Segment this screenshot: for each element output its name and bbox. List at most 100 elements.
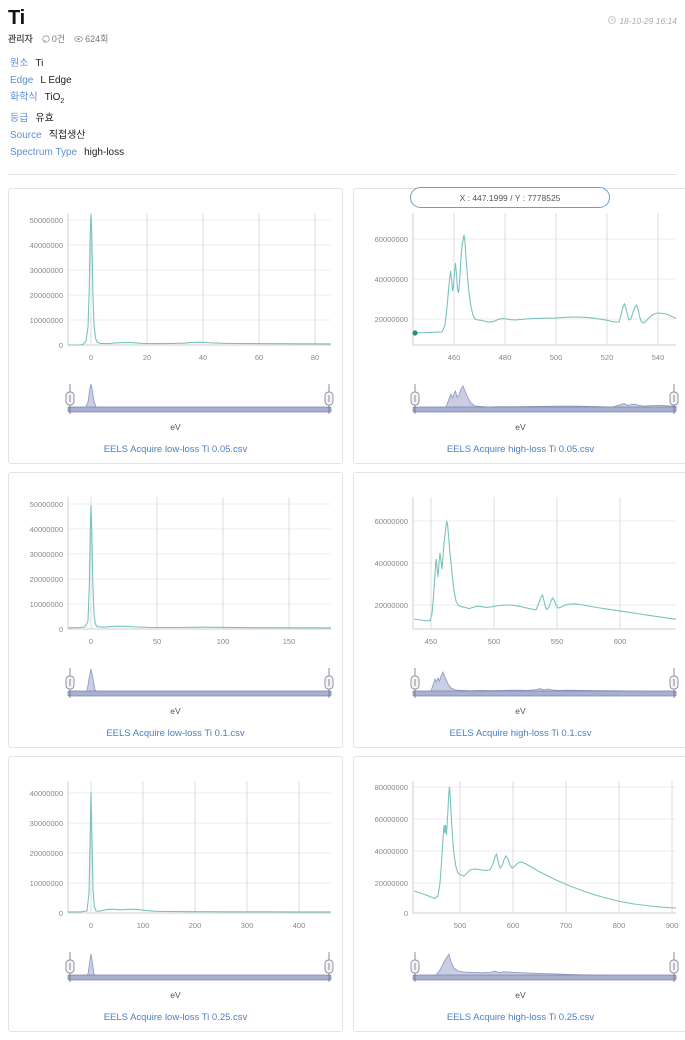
x-axis-title-high-loss-01: eV xyxy=(515,706,526,716)
svg-text:0: 0 xyxy=(89,353,93,362)
chart-caption-low-loss-025[interactable]: EELS Acquire low-loss Ti 0.25.csv xyxy=(13,1012,338,1027)
x-gridlines xyxy=(459,781,673,913)
svg-text:520: 520 xyxy=(601,353,614,362)
svg-text:480: 480 xyxy=(499,353,512,362)
chart-caption-high-loss-025[interactable]: EELS Acquire high-loss Ti 0.25.csv xyxy=(358,1012,683,1027)
x-tick-labels: 0 50 100 150 xyxy=(89,637,295,646)
svg-text:20: 20 xyxy=(143,353,151,362)
page-root: Ti 관리자 0건 624회 18-10-29 16:14 원소 Ti Edge… xyxy=(0,0,685,1040)
meta-line: 관리자 0건 624회 xyxy=(8,32,677,45)
svg-text:60000000: 60000000 xyxy=(375,235,408,244)
field-row-spectrum-type: Spectrum Type high-loss xyxy=(8,144,677,161)
page-title: Ti xyxy=(8,7,26,29)
svg-text:0: 0 xyxy=(404,909,408,918)
field-key-edge: Edge xyxy=(10,75,34,86)
svg-text:60000000: 60000000 xyxy=(375,517,408,526)
brush-preview-area xyxy=(412,385,677,411)
svg-text:550: 550 xyxy=(551,637,564,646)
chart-plot-high-loss-01[interactable]: 60000000 40000000 20000000 450 500 550 6… xyxy=(358,479,683,664)
range-selector-high-loss-025[interactable] xyxy=(358,950,683,984)
field-value-spectrum-type: high-loss xyxy=(84,147,125,158)
svg-text:40000000: 40000000 xyxy=(375,559,408,568)
spectrum-line xyxy=(68,213,332,346)
svg-text:100: 100 xyxy=(137,921,150,930)
svg-text:40000000: 40000000 xyxy=(375,847,408,856)
svg-text:0: 0 xyxy=(59,909,63,918)
svg-text:20000000: 20000000 xyxy=(375,879,408,888)
svg-text:30000000: 30000000 xyxy=(30,819,63,828)
spectrum-line xyxy=(67,504,332,629)
header: Ti 관리자 0건 624회 18-10-29 16:14 원소 Ti Edge… xyxy=(0,0,685,175)
brush-selection-bar xyxy=(67,690,332,697)
y-tick-labels: 40000000 30000000 20000000 10000000 0 xyxy=(30,789,63,918)
range-selector-high-loss-01[interactable] xyxy=(358,666,683,700)
svg-text:40000000: 40000000 xyxy=(30,525,63,534)
formula-base: TiO xyxy=(44,92,61,103)
header-divider xyxy=(8,174,677,175)
range-selector-low-loss-025[interactable] xyxy=(13,950,338,984)
range-selector-low-loss-01[interactable] xyxy=(13,666,338,700)
brush-preview-area xyxy=(68,383,332,411)
y-gridlines xyxy=(413,238,676,320)
y-gridlines xyxy=(68,219,331,321)
field-value-edge: L Edge xyxy=(40,75,72,86)
timestamp-text: 18-10-29 16:14 xyxy=(619,16,677,26)
chart-caption-low-loss-005[interactable]: EELS Acquire low-loss Ti 0.05.csv xyxy=(13,444,338,459)
x-tick-labels: 0 100 200 300 400 xyxy=(89,921,305,930)
x-axis-title-high-loss-025: eV xyxy=(515,990,526,1000)
brush-selection-bar xyxy=(67,406,332,413)
range-selector-high-loss-005[interactable] xyxy=(358,382,683,416)
svg-text:40000000: 40000000 xyxy=(30,789,63,798)
svg-text:40000000: 40000000 xyxy=(30,241,63,250)
chart-plot-low-loss-025[interactable]: 40000000 30000000 20000000 10000000 0 0 … xyxy=(13,763,338,948)
field-key-spectrum-type: Spectrum Type xyxy=(10,147,78,158)
author-label: 관리자 xyxy=(8,34,33,44)
y-tick-labels: 50000000 40000000 30000000 20000000 1000… xyxy=(30,500,63,634)
svg-text:80000000: 80000000 xyxy=(375,783,408,792)
svg-text:30000000: 30000000 xyxy=(30,550,63,559)
comment-icon xyxy=(42,34,50,43)
field-row-element: 원소 Ti xyxy=(8,55,677,72)
svg-text:10000000: 10000000 xyxy=(30,600,63,609)
field-value-element: Ti xyxy=(35,58,44,69)
comment-count: 0건 xyxy=(51,34,66,44)
y-tick-labels: 60000000 40000000 20000000 xyxy=(375,517,408,610)
cursor-tooltip: X : 447.1999 / Y : 7778525 xyxy=(410,187,610,208)
chart-plot-high-loss-025[interactable]: 80000000 60000000 40000000 20000000 0 50… xyxy=(358,763,683,948)
chart-plot-low-loss-01[interactable]: 50000000 40000000 30000000 20000000 1000… xyxy=(13,479,338,664)
svg-text:300: 300 xyxy=(241,921,254,930)
chart-caption-low-loss-01[interactable]: EELS Acquire low-loss Ti 0.1.csv xyxy=(13,728,338,743)
y-tick-labels: 50000000 40000000 30000000 20000000 1000… xyxy=(30,216,63,350)
svg-text:20000000: 20000000 xyxy=(375,601,408,610)
chart-plot-high-loss-005[interactable]: 60000000 40000000 20000000 460 480 500 5… xyxy=(358,195,683,380)
spectrum-line xyxy=(67,791,331,913)
comment-count-group: 0건 xyxy=(42,32,65,45)
field-key-formula: 화학식 xyxy=(10,92,38,103)
svg-text:40000000: 40000000 xyxy=(375,275,408,284)
chart-caption-high-loss-01[interactable]: EELS Acquire high-loss Ti 0.1.csv xyxy=(358,728,683,743)
brush-preview-area xyxy=(412,953,677,979)
spectrum-line xyxy=(413,786,677,909)
svg-text:0: 0 xyxy=(59,341,63,350)
x-gridlines xyxy=(90,213,316,345)
range-selector-low-loss-005[interactable] xyxy=(13,382,338,416)
svg-text:50000000: 50000000 xyxy=(30,216,63,225)
svg-text:80: 80 xyxy=(311,353,319,362)
svg-text:900: 900 xyxy=(666,921,679,930)
y-gridlines xyxy=(68,503,331,605)
svg-text:500: 500 xyxy=(488,637,501,646)
svg-text:20000000: 20000000 xyxy=(375,315,408,324)
field-key-grade: 등급 xyxy=(10,113,29,124)
chart-caption-high-loss-005[interactable]: EELS Acquire high-loss Ti 0.05.csv xyxy=(358,444,683,459)
svg-text:20000000: 20000000 xyxy=(30,849,63,858)
y-gridlines xyxy=(68,792,331,884)
spectrum-line xyxy=(413,234,677,334)
x-axis-title-high-loss-005: eV xyxy=(515,422,526,432)
chart-plot-low-loss-005[interactable]: 50000000 40000000 30000000 20000000 1000… xyxy=(13,195,338,380)
svg-text:400: 400 xyxy=(293,921,306,930)
x-tick-labels: 500 600 700 800 900 xyxy=(454,921,679,930)
svg-text:500: 500 xyxy=(550,353,563,362)
x-axis-title-low-loss-01: eV xyxy=(170,706,181,716)
clock-icon xyxy=(608,16,617,26)
svg-text:800: 800 xyxy=(613,921,626,930)
